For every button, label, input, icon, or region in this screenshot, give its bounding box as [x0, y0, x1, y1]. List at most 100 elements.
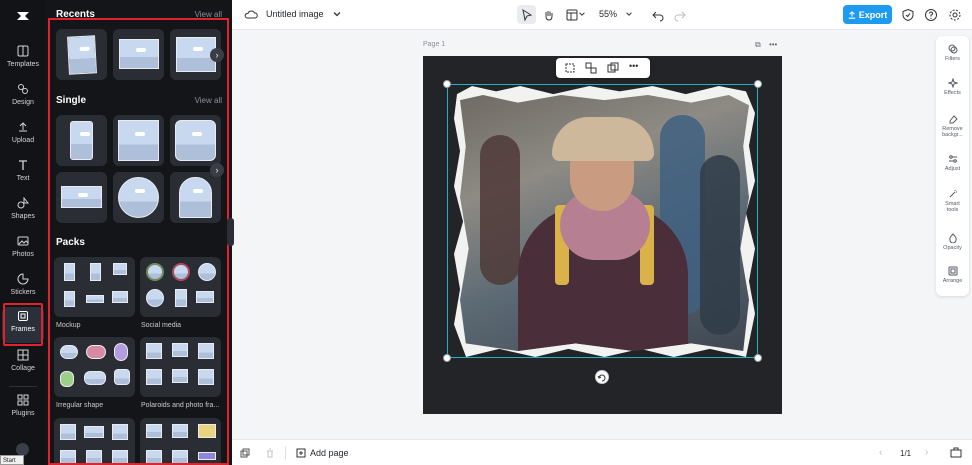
rail-label: Text [16, 175, 30, 182]
pack-label: Social media [141, 322, 182, 329]
page-count: 1/1 [900, 449, 912, 458]
tool-arrange[interactable]: Arrange [936, 266, 969, 284]
recent-frame-2[interactable] [113, 29, 164, 80]
tool-opacity[interactable]: Opacity [936, 233, 969, 251]
rotate-icon [597, 374, 606, 382]
duplicate-icon[interactable] [607, 62, 619, 74]
add-page-button[interactable]: Add page [296, 448, 349, 458]
rail-label: Photos [12, 251, 34, 258]
single-next-button[interactable]: › [210, 163, 224, 177]
resize-handle-top-right[interactable] [754, 80, 762, 88]
single-frame-landscape[interactable] [56, 172, 107, 223]
zoom-chevron-icon[interactable] [625, 10, 633, 18]
design-icon [18, 84, 28, 94]
export-button[interactable]: Export [843, 5, 892, 24]
layout-icon[interactable] [565, 8, 579, 22]
rail-item-stickers[interactable]: Stickers [2, 270, 44, 306]
tool-label: Arrange [942, 278, 963, 284]
magic-wand-icon [949, 190, 957, 198]
pack-social-media[interactable] [140, 257, 221, 317]
resize-handle-bottom-left[interactable] [443, 354, 451, 362]
eraser-icon [949, 115, 958, 124]
upload-icon [19, 122, 27, 132]
stickers-icon [17, 273, 29, 285]
help-icon[interactable] [924, 8, 938, 22]
top-bar: Untitled image 55% Export [232, 0, 972, 30]
single-frame-circle[interactable] [113, 172, 164, 223]
pack-label: Mockup [56, 322, 81, 329]
pack-more-1[interactable] [54, 418, 135, 465]
duplicate-page-icon[interactable]: ⧉ [755, 40, 761, 49]
rotate-handle[interactable] [595, 370, 609, 384]
rail-item-collage[interactable]: Collage [2, 346, 44, 382]
pointer-icon[interactable] [520, 8, 534, 22]
capcut-logo-icon[interactable] [15, 8, 31, 24]
pack-irregular-shape[interactable] [54, 337, 135, 397]
document-title[interactable]: Untitled image [266, 9, 324, 19]
pack-more-2[interactable] [140, 418, 221, 465]
single-title: Single [56, 95, 87, 106]
pack-mockup[interactable] [54, 257, 135, 317]
tool-label: Opacity [943, 245, 962, 251]
next-page-icon[interactable]: › [925, 447, 928, 458]
rail-item-photos[interactable]: Photos [2, 232, 44, 268]
bottom-bar: Add page ‹ 1/1 › [232, 439, 972, 465]
recent-frame-1[interactable] [56, 29, 107, 80]
single-frame-arch[interactable] [170, 172, 221, 223]
tool-effects[interactable]: Effects [936, 78, 969, 96]
single-frame-portrait[interactable] [56, 115, 107, 166]
adjust-icon [948, 155, 957, 163]
shapes-icon [17, 197, 29, 209]
selection-box [447, 84, 758, 358]
single-frame-rounded[interactable] [170, 115, 221, 166]
gear-icon[interactable] [948, 8, 962, 22]
recents-view-all-link[interactable]: View all [195, 10, 222, 19]
add-page-icon [296, 448, 306, 458]
crop-icon[interactable] [564, 62, 576, 74]
panel-collapse-handle[interactable] [227, 218, 234, 246]
rail-divider [9, 386, 37, 387]
duplicate-page-icon[interactable] [240, 448, 250, 458]
zoom-level[interactable]: 55% [599, 9, 617, 19]
rail-item-plugins[interactable]: Plugins [2, 391, 44, 427]
pack-polaroids[interactable] [140, 337, 221, 397]
more-options-icon[interactable]: ••• [769, 40, 777, 49]
packs-title: Packs [56, 237, 85, 248]
tool-filters[interactable]: Filters [936, 44, 969, 62]
recents-next-button[interactable]: › [210, 48, 224, 62]
rail-item-design[interactable]: Design [2, 80, 44, 116]
single-view-all-link[interactable]: View all [195, 96, 222, 105]
tool-label: Smart tools [945, 201, 960, 213]
rail-item-text[interactable]: Text [2, 156, 44, 192]
fullscreen-icon[interactable] [950, 447, 962, 459]
chevron-down-icon[interactable] [332, 9, 342, 19]
undo-icon[interactable] [651, 8, 665, 22]
tool-adjust[interactable]: Adjust [936, 154, 969, 172]
tool-label: Remove backgr... [942, 126, 963, 138]
add-page-label: Add page [310, 448, 349, 458]
floating-toolbar: ••• [556, 58, 650, 78]
tool-label: Adjust [944, 166, 961, 172]
resize-handle-bottom-right[interactable] [754, 354, 762, 362]
start-tooltip: Start [0, 455, 24, 465]
rail-item-templates[interactable]: Templates [2, 42, 44, 78]
frames-highlight-box [3, 303, 43, 346]
text-icon [19, 160, 27, 170]
rail-item-shapes[interactable]: Shapes [2, 194, 44, 230]
left-rail: Templates Design Upload Text Shapes Phot… [0, 0, 46, 465]
single-frame-square[interactable] [113, 115, 164, 166]
layout-chevron-icon[interactable] [578, 10, 586, 18]
tool-smart-tools[interactable]: Smart tools [936, 189, 969, 213]
tool-label: Effects [944, 90, 961, 96]
cloud-icon[interactable] [244, 8, 258, 22]
shield-icon[interactable] [901, 8, 915, 22]
prev-page-icon[interactable]: ‹ [879, 447, 882, 458]
replace-icon[interactable] [585, 62, 597, 74]
rail-item-upload[interactable]: Upload [2, 118, 44, 154]
resize-handle-top-left[interactable] [443, 80, 451, 88]
hand-icon[interactable] [542, 8, 556, 22]
tool-remove-background[interactable]: Remove backgr... [936, 114, 969, 138]
trash-icon[interactable] [265, 448, 275, 458]
redo-icon[interactable] [673, 8, 687, 22]
more-icon[interactable]: ••• [629, 61, 638, 71]
